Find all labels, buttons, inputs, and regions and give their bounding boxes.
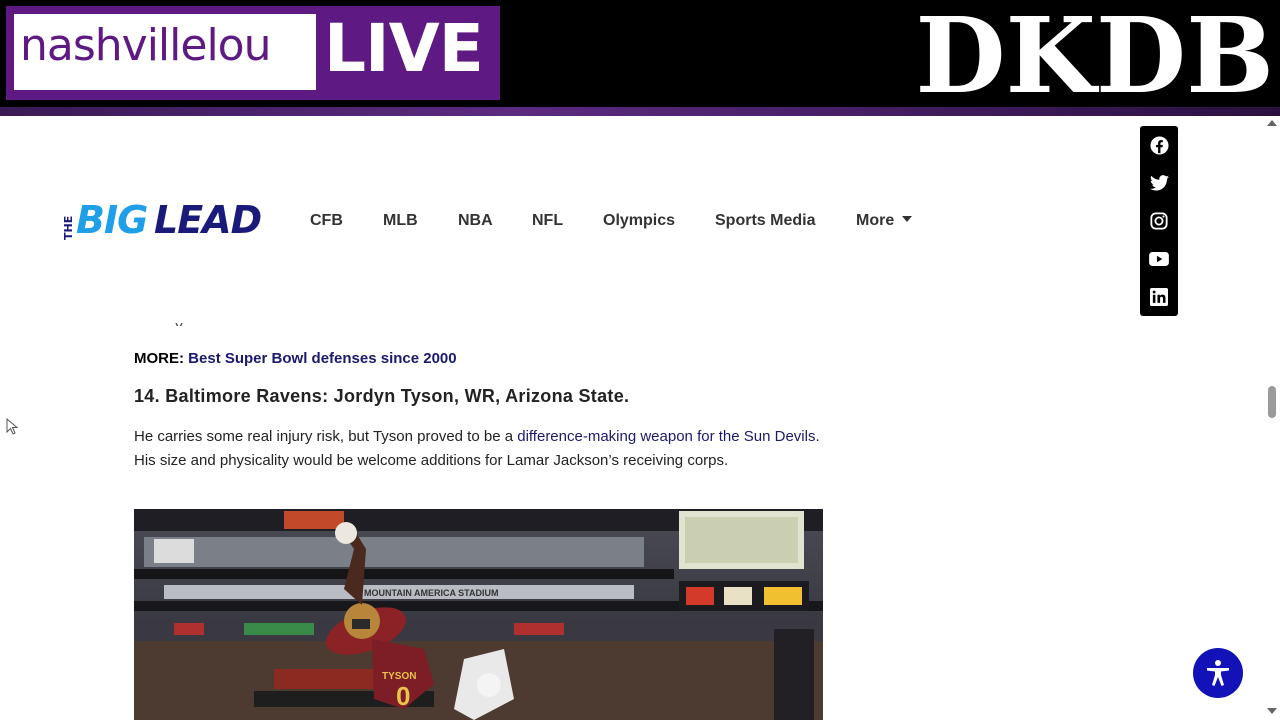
nav-item-mlb[interactable]: MLB bbox=[383, 212, 418, 230]
accessibility-button[interactable] bbox=[1193, 648, 1243, 698]
site-logo[interactable]: THE BIG LEAD bbox=[62, 198, 272, 242]
truncated-text-fragment bbox=[172, 318, 186, 326]
difference-making-link[interactable]: difference-making weapon for the Sun Dev… bbox=[517, 428, 815, 445]
article-photo: MOUNTAIN AMERICA STADIUM TYSON 0 bbox=[134, 509, 823, 720]
linkedin-icon[interactable] bbox=[1140, 278, 1178, 316]
nav-item-more[interactable]: More bbox=[856, 212, 913, 230]
banner-divider bbox=[0, 107, 1280, 116]
scrollbar-thumb[interactable] bbox=[1268, 386, 1276, 418]
pick-heading: 14. Baltimore Ravens: Jordyn Tyson, WR, … bbox=[134, 386, 630, 406]
nashvillelou-logo-name: nashvillelou bbox=[20, 20, 271, 71]
instagram-icon[interactable] bbox=[1140, 202, 1178, 240]
dkdb-logo: DKDB bbox=[915, 0, 1274, 117]
social-share-rail bbox=[1140, 126, 1178, 316]
scroll-down-arrow[interactable] bbox=[1267, 708, 1277, 714]
pick-paragraph: He carries some real injury risk, but Ty… bbox=[134, 425, 824, 473]
stream-banner: nashvillelou LIVE DKDB bbox=[0, 0, 1280, 117]
more-prefix: MORE: bbox=[134, 350, 184, 367]
nav-item-olympics[interactable]: Olympics bbox=[603, 212, 675, 230]
nav-item-nfl[interactable]: NFL bbox=[532, 212, 563, 230]
logo-big: BIG bbox=[76, 198, 148, 242]
nav-more-label: More bbox=[856, 212, 895, 229]
accessibility-icon bbox=[1207, 660, 1229, 686]
youtube-icon[interactable] bbox=[1140, 240, 1178, 278]
nashvillelou-logo-live: LIVE bbox=[324, 10, 484, 87]
paragraph-text-start: He carries some real injury risk, but Ty… bbox=[134, 428, 518, 445]
nashvillelou-live-logo: nashvillelou LIVE bbox=[6, 6, 500, 100]
related-article-link[interactable]: Best Super Bowl defenses since 2000 bbox=[188, 350, 456, 367]
mouse-cursor-icon bbox=[6, 417, 20, 441]
chevron-down-icon bbox=[902, 215, 913, 222]
facebook-icon[interactable] bbox=[1140, 126, 1178, 164]
logo-the: THE bbox=[62, 215, 75, 240]
more-related-link: MORE: Best Super Bowl defenses since 200… bbox=[134, 350, 457, 367]
twitter-icon[interactable] bbox=[1140, 164, 1178, 202]
nav-item-sports-media[interactable]: Sports Media bbox=[715, 212, 815, 230]
nav-item-cfb[interactable]: CFB bbox=[310, 212, 343, 230]
logo-lead: LEAD bbox=[154, 198, 262, 242]
scroll-up-arrow[interactable] bbox=[1267, 120, 1277, 126]
stadium-sign-text: MOUNTAIN AMERICA STADIUM bbox=[364, 588, 499, 598]
nav-item-nba[interactable]: NBA bbox=[458, 212, 493, 230]
jersey-number-text: 0 bbox=[396, 681, 410, 711]
